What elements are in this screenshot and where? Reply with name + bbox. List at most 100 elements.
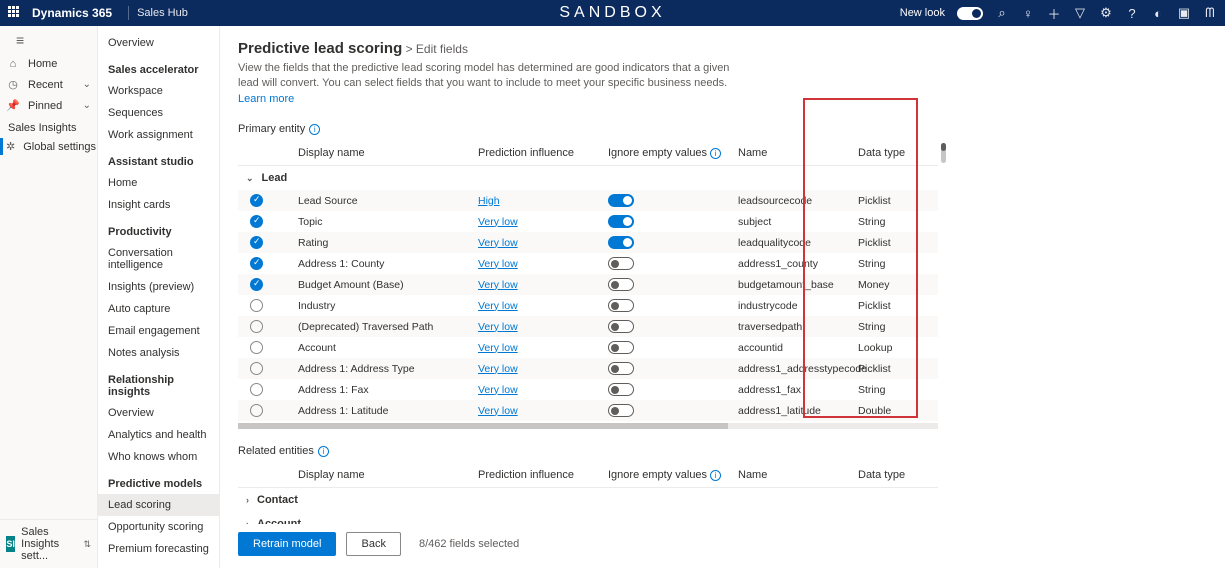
cell-name: address1_fax: [738, 384, 858, 396]
influence-link[interactable]: Very low: [478, 279, 518, 291]
cell-name: address1_addresstypecode: [738, 363, 858, 375]
row-checkbox[interactable]: [250, 383, 263, 396]
learn-more-link[interactable]: Learn more: [238, 93, 294, 105]
ignore-toggle[interactable]: [608, 194, 634, 207]
new-look-toggle[interactable]: [957, 7, 983, 20]
nav-home[interactable]: ⌂Home: [0, 54, 97, 74]
ignore-toggle[interactable]: [608, 278, 634, 291]
side-item[interactable]: Sequences: [98, 102, 219, 124]
side-item[interactable]: Conversation intelligence: [98, 242, 219, 276]
hub-label[interactable]: Sales Hub: [137, 7, 188, 19]
app-launcher-icon[interactable]: [8, 6, 22, 20]
nav-pinned[interactable]: 📌Pinned⌄: [0, 95, 97, 116]
settings-icon[interactable]: ⚙: [1099, 6, 1113, 20]
related-entities-label: Related entitiesi: [238, 445, 1225, 457]
globe-icon[interactable]: ◐: [1151, 6, 1165, 20]
breadcrumb-subtitle: Edit fields: [416, 42, 468, 56]
side-item[interactable]: Insights (preview): [98, 276, 219, 298]
cell-name: subject: [738, 216, 858, 228]
rail-footer[interactable]: SI Sales Insights sett... ⇅: [0, 519, 97, 568]
cell-type: Money: [858, 279, 938, 291]
influence-link[interactable]: Very low: [478, 237, 518, 249]
group-lead[interactable]: ⌄Lead: [238, 166, 938, 190]
influence-link[interactable]: Very low: [478, 300, 518, 312]
ignore-toggle[interactable]: [608, 383, 634, 396]
row-checkbox[interactable]: [250, 320, 263, 333]
back-button[interactable]: Back: [346, 532, 400, 556]
influence-link[interactable]: Very low: [478, 363, 518, 375]
filter-icon[interactable]: ▽: [1073, 6, 1087, 20]
info-icon[interactable]: i: [710, 148, 721, 159]
chat-icon[interactable]: ▣: [1177, 6, 1191, 20]
help-icon[interactable]: ?: [1125, 6, 1139, 20]
row-checkbox[interactable]: [250, 257, 263, 270]
main-content: Predictive lead scoring > Edit fields Vi…: [220, 26, 1225, 568]
side-item[interactable]: Email engagement: [98, 320, 219, 342]
influence-link[interactable]: Very low: [478, 342, 518, 354]
side-item[interactable]: Overview: [98, 402, 219, 424]
ignore-toggle[interactable]: [608, 299, 634, 312]
ignore-toggle[interactable]: [608, 236, 634, 249]
row-checkbox[interactable]: [250, 278, 263, 291]
row-checkbox[interactable]: [250, 215, 263, 228]
row-checkbox[interactable]: [250, 236, 263, 249]
nav-recent[interactable]: ◷Recent⌄: [0, 74, 97, 95]
col-influence: Prediction influence: [478, 469, 608, 481]
side-item[interactable]: Overview: [98, 32, 219, 54]
hamburger-icon[interactable]: ≡: [0, 26, 97, 54]
influence-link[interactable]: Very low: [478, 405, 518, 417]
group-label: Lead: [262, 172, 288, 184]
side-item[interactable]: Analytics and health: [98, 424, 219, 446]
col-display: Display name: [278, 469, 478, 481]
ignore-toggle[interactable]: [608, 320, 634, 333]
cell-name: leadsourcecode: [738, 195, 858, 207]
person-icon[interactable]: ᗰ: [1203, 6, 1217, 20]
side-item[interactable]: Insight cards: [98, 194, 219, 216]
side-item[interactable]: Opportunity scoring: [98, 516, 219, 538]
cell-display: Lead Source: [278, 195, 478, 207]
ignore-toggle[interactable]: [608, 341, 634, 354]
info-icon[interactable]: i: [710, 470, 721, 481]
side-item[interactable]: Who knows whom: [98, 446, 219, 468]
side-item[interactable]: Premium forecasting: [98, 538, 219, 560]
side-item[interactable]: Notes analysis: [98, 342, 219, 364]
influence-link[interactable]: High: [478, 195, 500, 207]
row-checkbox[interactable]: [250, 404, 263, 417]
influence-link[interactable]: Very low: [478, 258, 518, 270]
ignore-toggle[interactable]: [608, 257, 634, 270]
side-item[interactable]: Workspace: [98, 80, 219, 102]
row-checkbox[interactable]: [250, 362, 263, 375]
side-item[interactable]: Home: [98, 172, 219, 194]
lightbulb-icon[interactable]: ♀: [1021, 6, 1035, 20]
table-row: Address 1: LatitudeVery lowaddress1_lati…: [238, 400, 938, 421]
influence-link[interactable]: Very low: [478, 216, 518, 228]
side-item[interactable]: Work assignment: [98, 124, 219, 146]
influence-link[interactable]: Very low: [478, 384, 518, 396]
row-checkbox[interactable]: [250, 194, 263, 207]
info-icon[interactable]: i: [309, 124, 320, 135]
cell-type: Picklist: [858, 195, 938, 207]
clock-icon: ◷: [6, 78, 20, 91]
vertical-scrollbar[interactable]: [941, 143, 946, 163]
row-checkbox[interactable]: [250, 341, 263, 354]
influence-link[interactable]: Very low: [478, 321, 518, 333]
col-display: Display name: [278, 147, 478, 159]
group-contact[interactable]: ›Contact: [238, 488, 938, 512]
table-row: IndustryVery lowindustrycodePicklist: [238, 295, 938, 316]
ignore-toggle[interactable]: [608, 404, 634, 417]
add-icon[interactable]: ＋: [1047, 6, 1061, 20]
ignore-toggle[interactable]: [608, 215, 634, 228]
side-group-title: Assistant studio: [98, 146, 219, 172]
horizontal-scrollbar[interactable]: [238, 423, 938, 429]
ignore-toggle[interactable]: [608, 362, 634, 375]
cell-display: (Deprecated) Traversed Path: [278, 321, 478, 333]
table-row: Budget Amount (Base)Very lowbudgetamount…: [238, 274, 938, 295]
side-item[interactable]: Auto capture: [98, 298, 219, 320]
search-icon[interactable]: ⌕: [995, 6, 1009, 20]
nav-global-settings[interactable]: ✲Global settings: [0, 136, 97, 157]
row-checkbox[interactable]: [250, 299, 263, 312]
cell-name: traversedpath: [738, 321, 858, 333]
side-item[interactable]: Lead scoring: [98, 494, 219, 516]
info-icon[interactable]: i: [318, 446, 329, 457]
retrain-button[interactable]: Retrain model: [238, 532, 336, 556]
